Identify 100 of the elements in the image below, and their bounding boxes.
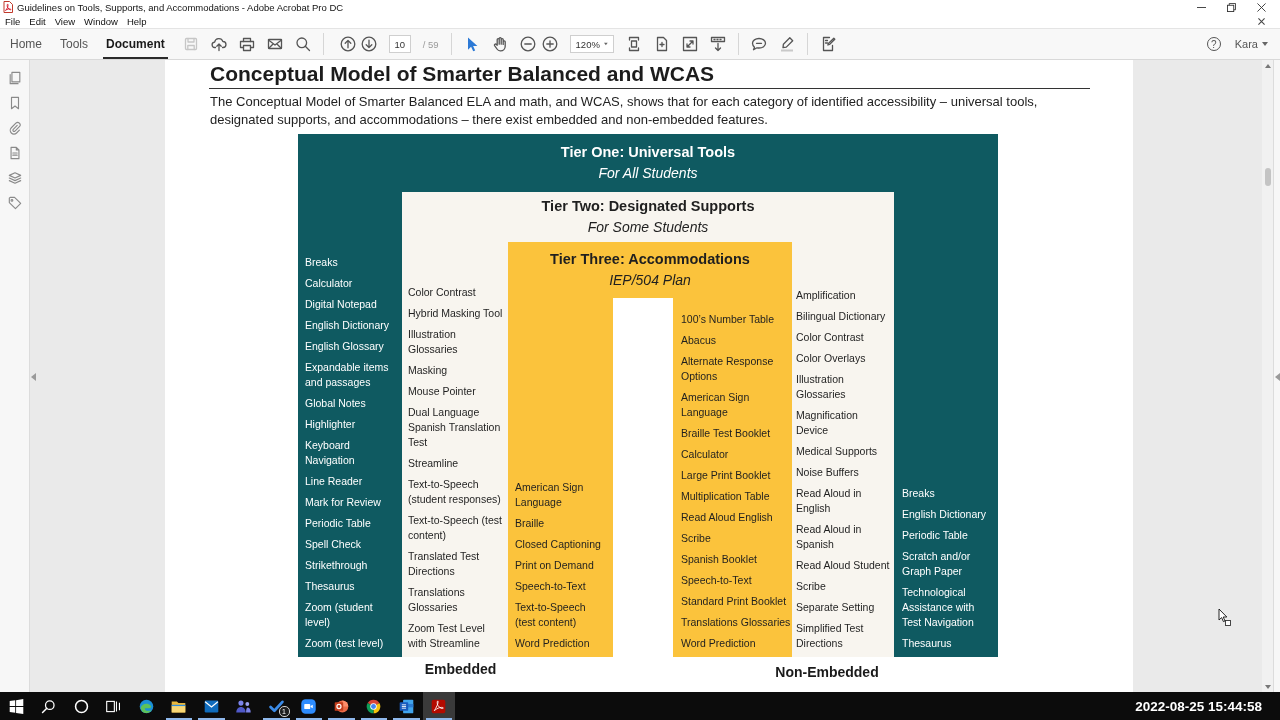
close-icon[interactable] <box>1257 2 1266 12</box>
feature-item: Calculator <box>681 447 729 462</box>
tier-subtitle: For Some Students <box>587 218 709 237</box>
feature-item: Text-to-Speech (test content) <box>515 600 587 630</box>
feature-item: Zoom (test level) <box>305 636 384 651</box>
feature-item: Expandable items and passages <box>305 360 390 390</box>
feature-item: Illustration Glossaries <box>796 372 847 402</box>
feature-item: Speech-to-Text <box>515 579 586 594</box>
zoom-out-icon[interactable] <box>519 36 536 52</box>
left-arrow-icon[interactable] <box>1275 373 1280 381</box>
restore-icon[interactable] <box>1227 2 1236 12</box>
feature-item: American Sign Language <box>515 480 585 510</box>
print-icon[interactable] <box>238 36 255 52</box>
paragraph: The Conceptual Model of Smarter Balanced ELA and math, and WCAS, shows that for each category of identified accessibility – universal tools, designated supports, and accommodations – there exist embedded and non-embedded features. <box>210 93 1039 129</box>
section-heading: Conceptual Model of Smarter Balanced and WCAS <box>210 62 715 85</box>
search-icon[interactable] <box>294 36 311 52</box>
cloud-upload-icon[interactable] <box>210 36 227 52</box>
feature-item: Zoom Test Level with Streamline <box>408 621 486 651</box>
feature-item: Keyboard Navigation <box>305 438 356 468</box>
menu-item[interactable]: File <box>5 15 21 27</box>
tag-icon[interactable] <box>7 196 22 210</box>
feature-item: Line Reader <box>305 474 363 489</box>
feature-item: Amplification <box>796 288 856 303</box>
group-label: Embedded <box>424 660 497 679</box>
window-title: Guidelines on Tools, Supports, and Accommodations - Adobe Acrobat Pro DC <box>17 1 344 13</box>
scroll-down-arrow-icon[interactable] <box>1264 685 1271 689</box>
caret-icon <box>603 42 608 46</box>
tab[interactable]: Home <box>7 29 45 59</box>
feature-item: Braille Test Booklet <box>681 426 771 441</box>
page-number-field[interactable]: 10 <box>388 35 411 53</box>
tier-title: Tier Three: Accommodations <box>550 250 750 269</box>
group-label: Non-Embedded <box>775 663 879 682</box>
close-icon[interactable] <box>1258 17 1265 25</box>
feature-item: Large Print Booklet <box>681 468 771 483</box>
envelope-icon[interactable] <box>266 36 283 52</box>
feature-item: Thesaurus <box>305 579 355 594</box>
tab[interactable]: Tools <box>57 29 92 59</box>
feature-item: Word Prediction <box>681 636 756 651</box>
pages-icon[interactable] <box>7 71 22 85</box>
scroll-up-arrow-icon[interactable] <box>1264 64 1271 68</box>
page-count: / 59 <box>422 38 439 50</box>
hand-icon[interactable] <box>491 36 508 52</box>
video-camera-icon[interactable] <box>300 697 318 715</box>
zoom-in-icon[interactable] <box>541 36 558 52</box>
feature-item: Braille <box>515 516 545 531</box>
feature-item: Color Contrast <box>796 330 864 345</box>
feature-item: Read Aloud in English <box>796 486 863 516</box>
feature-item: Translated Test Directions <box>408 549 481 579</box>
tray-down-arrow-icon[interactable] <box>709 36 726 52</box>
feature-item: Technological Assistance with Test Navigation <box>902 585 976 630</box>
scrollbar-thumb[interactable] <box>1264 168 1271 186</box>
feature-item: Mark for Review <box>305 495 381 510</box>
menu-item[interactable]: View <box>54 15 76 27</box>
highlighter-icon[interactable] <box>778 36 795 52</box>
feature-item: Dual Language Spanish Translation Test <box>408 405 502 450</box>
feature-item: Noise Buffers <box>796 465 859 480</box>
feature-item: Color Overlays <box>796 351 866 366</box>
feature-item: English Dictionary <box>305 318 390 333</box>
scrollbar[interactable] <box>1262 60 1273 692</box>
feature-item: English Glossary <box>305 339 384 354</box>
zoom-dropdown[interactable]: 120% <box>569 35 614 53</box>
paperclip-icon[interactable] <box>7 121 22 135</box>
feature-item: Scribe <box>796 579 826 594</box>
feature-item: Spanish Booklet <box>681 552 757 567</box>
menu-item[interactable]: Help <box>126 15 147 27</box>
feature-item: Streamline <box>408 456 459 471</box>
feature-item: Simplified Test Directions <box>796 621 865 651</box>
layers-icon[interactable] <box>7 171 22 185</box>
feature-item: Thesaurus <box>902 636 952 651</box>
feature-item: Strikethrough <box>305 558 368 573</box>
expand-icon[interactable] <box>681 36 698 52</box>
ring-icon[interactable] <box>72 697 90 715</box>
feature-item: Print on Demand <box>515 558 594 573</box>
feature-item: Breaks <box>902 486 935 501</box>
feature-item: Read Aloud English <box>681 510 773 525</box>
tier-title: Tier One: Universal Tools <box>560 143 736 162</box>
comment-icon[interactable] <box>750 36 767 52</box>
account-menu[interactable]: Kara <box>1234 38 1268 50</box>
feature-item: Closed Captioning <box>515 537 601 552</box>
checkmark-icon[interactable] <box>267 697 285 715</box>
search-icon[interactable] <box>40 697 58 715</box>
feature-item: Separate Setting <box>796 600 875 615</box>
feature-item: Read Aloud Student <box>796 558 890 573</box>
feature-item: Masking <box>408 363 448 378</box>
windows-logo-icon[interactable] <box>7 697 25 715</box>
feature-item: Word Prediction <box>515 636 590 651</box>
feature-item: American Sign Language <box>681 390 751 420</box>
feature-item: Bilingual Dictionary <box>796 309 886 324</box>
feature-item: Translations Glossaries <box>681 615 791 630</box>
feature-item: Translations Glossaries <box>408 585 466 615</box>
menu-item[interactable]: Edit <box>29 15 46 27</box>
swirl-icon[interactable] <box>137 697 155 715</box>
menu-item[interactable]: Window <box>84 15 118 27</box>
feature-item: Scribe <box>681 531 711 546</box>
segmented-circle-icon[interactable] <box>365 697 383 715</box>
document-icon[interactable] <box>397 697 415 715</box>
tier-subtitle: IEP/504 Plan <box>609 271 691 290</box>
feature-item: Text-to-Speech (student responses) <box>408 477 502 507</box>
feature-item: 100’s Number Table <box>681 312 774 327</box>
page-icon[interactable] <box>7 146 22 160</box>
